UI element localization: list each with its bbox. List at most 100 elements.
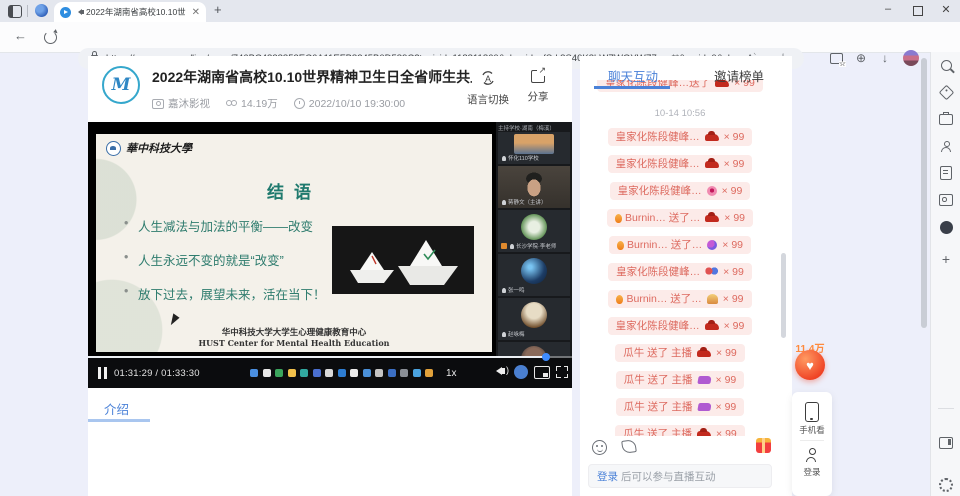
playback-speed-button[interactable]: 1x [446, 368, 457, 379]
refresh-button[interactable] [44, 31, 57, 44]
gift-icon [707, 186, 717, 196]
sidebar-shopping-icon[interactable] [931, 79, 960, 105]
login-person-icon[interactable] [806, 448, 817, 462]
tab-chat-interaction[interactable]: 聊天互动 [580, 56, 686, 80]
stream-header-card: M 2022年湖南省高校10.10世界精神卫生日全省师生共上一堂课 嘉沐影视 1… [88, 56, 572, 122]
barrage-toggle-icon[interactable] [514, 365, 528, 379]
login-link[interactable]: 登录 [597, 471, 618, 483]
chat-message-text: 皇家化陈段健峰… [616, 266, 700, 278]
chat-message: Burnin… 送了… × 99 [608, 290, 751, 308]
sidebar-add-icon[interactable]: + [931, 246, 960, 272]
gift-box-icon[interactable] [756, 438, 771, 453]
participant-tile[interactable]: 长沙学院·李老师 [498, 210, 570, 252]
sidebar-games-icon[interactable] [931, 133, 960, 159]
gift-count: × 99 [724, 131, 745, 143]
participant-tile[interactable]: 张一鸣 [498, 254, 570, 296]
participant-avatar [521, 258, 547, 284]
chat-message: 瓜牛 送了 主播 × 99 [615, 344, 745, 362]
web-fullscreen-icon[interactable] [534, 366, 550, 379]
volume-icon[interactable] [492, 367, 502, 375]
sidebar-expand-icon[interactable] [931, 430, 960, 456]
chat-message-text: 皇家化陈段健峰… [616, 131, 700, 143]
sidebar-settings-icon[interactable] [931, 472, 960, 496]
participant-avatar [521, 302, 547, 328]
sidebar-app-icon[interactable] [931, 214, 960, 240]
chat-message: 皇家化陈段健峰… × 99 [608, 317, 753, 335]
window-maximize-button[interactable] [908, 6, 928, 16]
effects-icon[interactable] [621, 439, 637, 454]
tab-close-icon[interactable]: ✕ [192, 7, 200, 18]
browser-profile-avatar[interactable] [903, 50, 919, 66]
favorites-icon[interactable] [830, 53, 843, 64]
participant-label: 长沙学院·李老师 [516, 242, 556, 250]
page-scrollbar[interactable] [921, 58, 927, 328]
chat-input[interactable]: 登录后可以参与直播互动 [588, 464, 772, 488]
language-switch-button[interactable]: A 语言切换 [466, 70, 510, 107]
browser-extension-icon[interactable] [35, 4, 48, 17]
chat-message: 瓜牛 送了 主播 × 99 [616, 371, 745, 389]
taskbar-app-icon [425, 369, 433, 377]
slide-bullets: 人生减法与加法的平衡——改变 人生永远不变的就是“改变” 放下过去，展望未来，活… [124, 216, 334, 318]
like-heart-button[interactable]: ♥ [795, 350, 825, 380]
video-progress-bar[interactable] [88, 356, 572, 358]
person-icon [502, 288, 506, 293]
taskbar-app-icon [375, 369, 383, 377]
chat-tabs: 聊天互动 邀请榜单 [580, 56, 792, 80]
intro-section: 介绍 [88, 388, 572, 496]
participant-tile[interactable]: 怀化110学校 [498, 132, 570, 164]
browser-tabbar: 2022年湖南省高校10.10世 ✕ + – ✕ [0, 0, 960, 22]
progress-handle[interactable] [542, 353, 550, 361]
stream-title: 2022年湖南省高校10.10世界精神卫生日全省师生共上一堂课 [152, 67, 472, 87]
sidebar-feed-icon[interactable] [931, 160, 960, 186]
back-button[interactable]: ← [14, 28, 27, 43]
person-icon [502, 156, 506, 161]
flame-icon [615, 214, 622, 223]
person-icon [502, 200, 506, 205]
browser-tab[interactable]: 2022年湖南省高校10.10世 ✕ [54, 2, 206, 22]
gift-count: × 99 [716, 401, 737, 413]
workspace-icon[interactable] [8, 5, 22, 18]
gift-count: × 99 [724, 320, 745, 332]
side-login-label[interactable]: 登录 [792, 466, 832, 478]
player-controls: 01:31:29 / 01:33:30 1x [88, 358, 572, 388]
taskbar-app-icon [413, 369, 421, 377]
slide-bullet: 人生永远不变的就是“改变” [124, 250, 334, 269]
chat-scrollbar[interactable] [781, 253, 786, 338]
taskbar-app-icon [300, 369, 308, 377]
window-minimize-button[interactable]: – [878, 3, 898, 15]
sidebar-tools-icon[interactable] [931, 106, 960, 132]
svg-text:A: A [485, 74, 491, 84]
tab-audio-icon[interactable] [75, 9, 82, 15]
tab-invite-ranking[interactable]: 邀请榜单 [686, 56, 792, 80]
sidebar-search-icon[interactable] [931, 52, 960, 78]
chat-message-text: 瓜牛 送了 主播 [624, 401, 693, 413]
new-tab-button[interactable]: + [214, 2, 222, 17]
taskbar-app-icon [275, 369, 283, 377]
chat-message-list[interactable]: 皇家化陈段健峰…送了 × 99 10-14 10:56 皇家化陈段健峰… × 9… [580, 80, 780, 436]
tab-intro[interactable]: 介绍 [104, 399, 129, 418]
emoji-icon[interactable] [592, 440, 607, 455]
gift-icon [705, 161, 719, 168]
video-player[interactable]: 華中科技大學 结语 人生减法与加法的平衡——改变 人生永远不变的就是“改变” 放… [88, 122, 572, 388]
sidebar-image-icon[interactable] [931, 187, 960, 213]
chat-message: Burnin… 送了… × 99 [607, 209, 753, 227]
pause-button[interactable] [98, 367, 107, 379]
collections-icon[interactable]: ⊕ [856, 51, 866, 65]
gift-count: × 99 [716, 428, 737, 436]
chat-message: 瓜牛 送了 主播 × 99 [616, 398, 745, 416]
participant-tile[interactable]: 蒋静文（主讲） [498, 166, 570, 208]
share-button[interactable]: ↗ 分享 [516, 70, 560, 104]
gift-count: × 99 [722, 239, 743, 251]
chat-message: 皇家化陈段健峰… × 99 [608, 263, 752, 281]
window-close-button[interactable]: ✕ [936, 3, 956, 16]
fullscreen-icon[interactable] [556, 366, 568, 378]
participant-tile[interactable]: 赵咏梅 [498, 298, 570, 340]
language-switch-icon: A [480, 70, 496, 86]
gift-count: × 99 [724, 212, 745, 224]
share-icon: ↗ [531, 70, 545, 83]
mobile-watch-label[interactable]: 手机看 [792, 424, 832, 436]
mobile-phone-icon[interactable] [805, 402, 819, 422]
chat-message-text: 瓜牛 送了 主播 [623, 347, 692, 359]
downloads-icon[interactable]: ↓ [882, 51, 888, 65]
chat-message: Burnin… 送了… × 99 [609, 236, 751, 254]
